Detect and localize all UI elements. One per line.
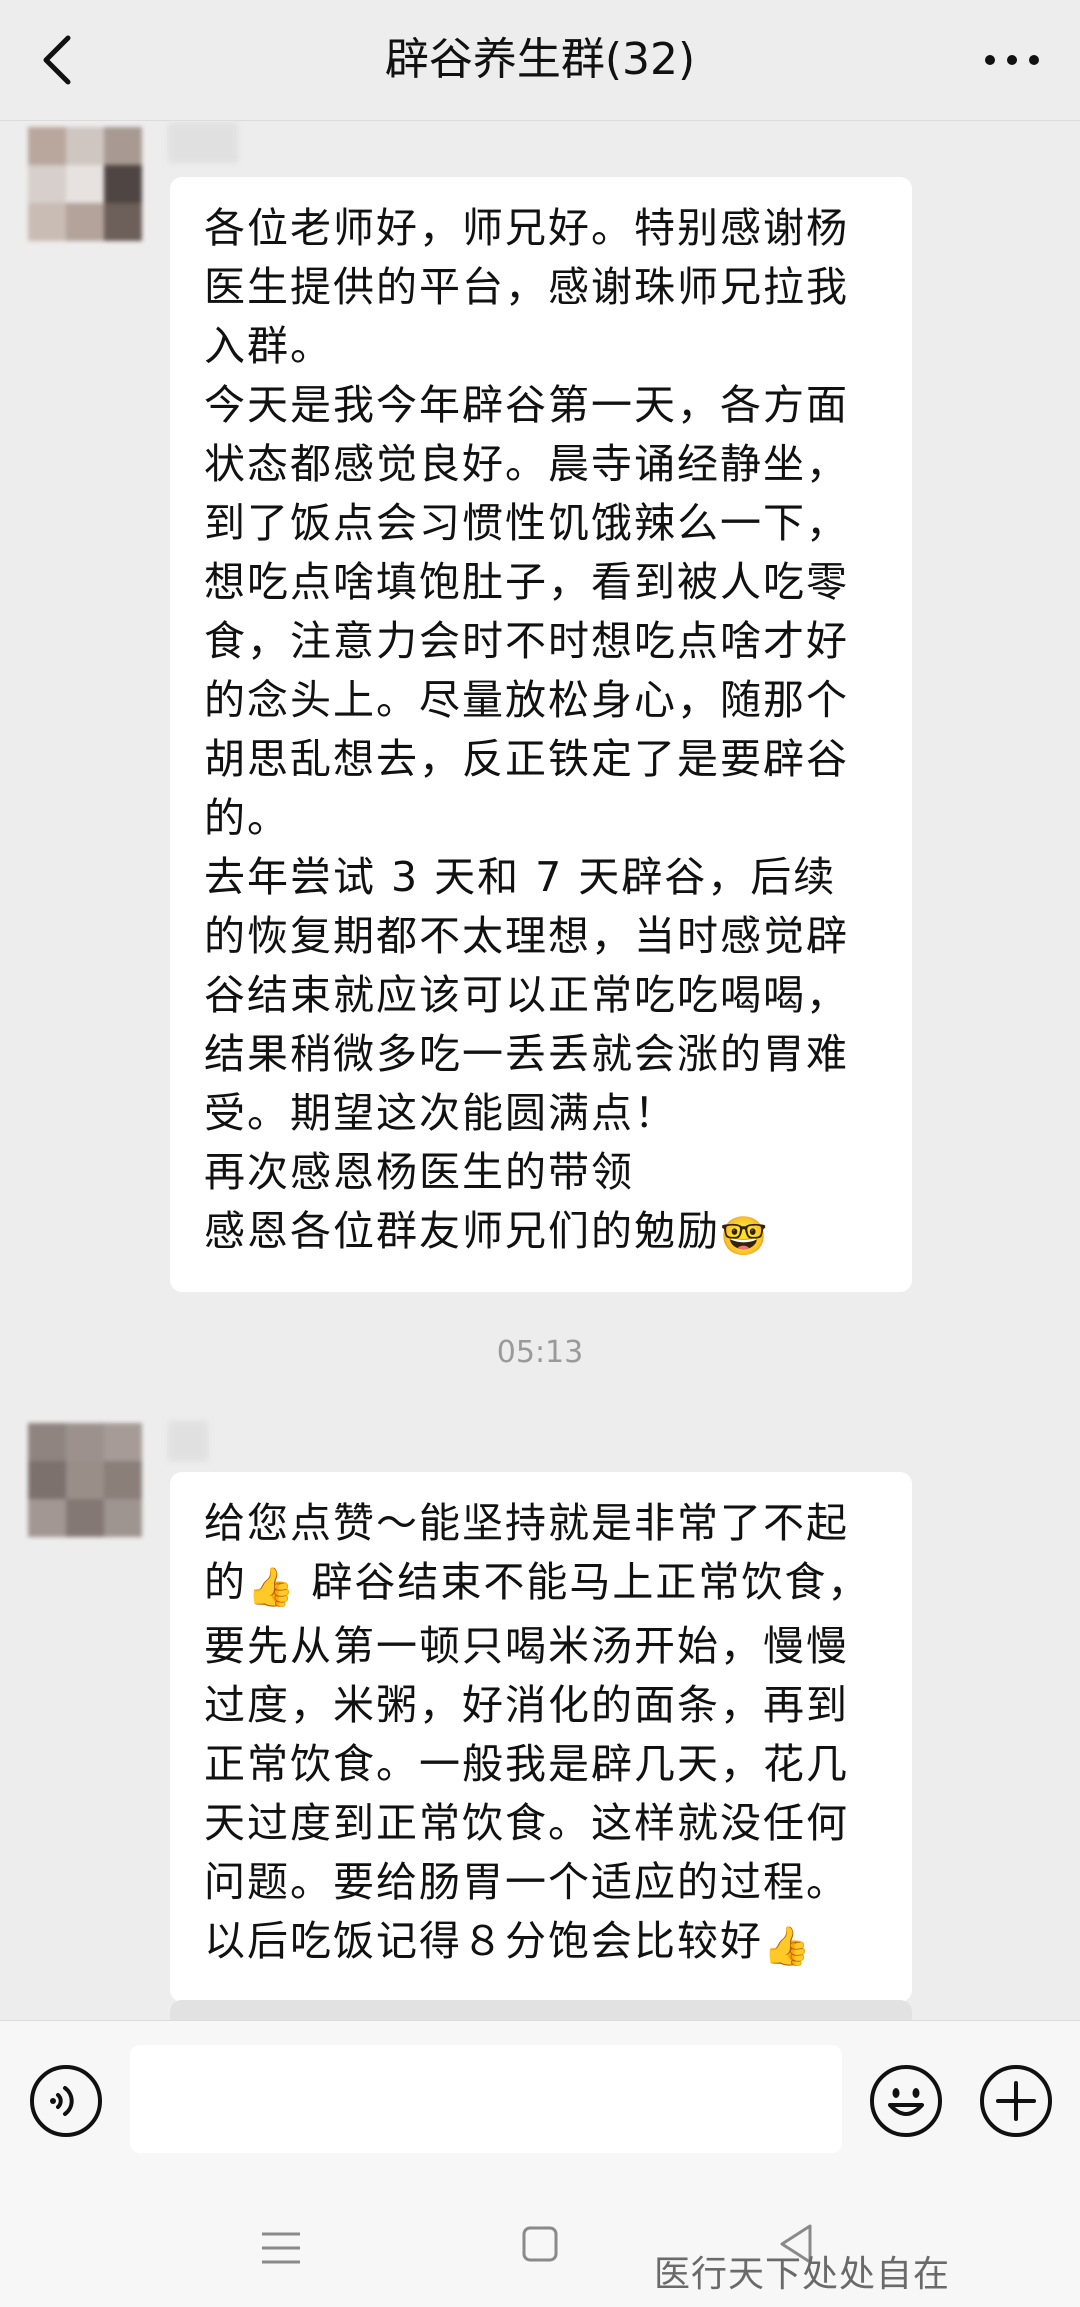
plus-icon (980, 2065, 1052, 2137)
message-text: 今天是我今年辟谷第一天，各方面状态都感觉良好。晨寺诵经静坐，到了饭点会习惯性饥饿… (204, 381, 849, 842)
message-bubble[interactable]: 给您点赞～能坚持就是非常了不起的👍 辟谷结束不能马上正常饮食，要先从第一顿只喝米… (170, 1472, 912, 2002)
sender-name-blurred (168, 1421, 208, 1461)
thumbs-up-emoji-icon: 👍 (763, 1924, 813, 1968)
more-functions-button[interactable] (978, 2063, 1054, 2139)
emoji-face-icon (870, 2065, 942, 2137)
message-text: 辟谷结束不能马上正常饮食，要先从第一顿只喝米汤开始，慢慢过度，米粥，好消化的面条… (204, 1558, 871, 1965)
more-button[interactable] (972, 30, 1052, 90)
timestamp: 05:13 (496, 1335, 584, 1370)
watermark: 医行天下处处自在 (653, 2254, 950, 2295)
thumbs-up-emoji-icon: 👍 (247, 1565, 297, 1609)
message-text: 各位老师好，师兄好。特别感谢杨医生提供的平台，感谢珠师兄拉我入群。 (204, 204, 849, 370)
more-dots-icon (985, 55, 1039, 65)
chat-area[interactable]: 各位老师好，师兄好。特别感谢杨医生提供的平台，感谢珠师兄拉我入群。 今天是我今年… (0, 121, 1080, 2021)
top-bar: 辟谷养生群(32) (0, 0, 1080, 121)
nav-menu-button[interactable] (258, 2228, 304, 2268)
voice-button[interactable] (28, 2063, 104, 2139)
message-text-line: 给您点赞～能坚持就是非常了不起的👍 辟谷结束不能马上正常饮食，要先从第一顿只喝米… (204, 1494, 878, 1976)
menu-icon (262, 2232, 300, 2264)
message-bubble[interactable]: 各位老师好，师兄好。特别感谢杨医生提供的平台，感谢珠师兄拉我入群。 今天是我今年… (170, 177, 912, 1292)
avatar[interactable] (28, 1423, 142, 1537)
chat-title: 辟谷养生群(32) (384, 34, 696, 85)
message-text-line: 感恩各位群友师兄们的勉励🤓 (204, 1202, 878, 1266)
nav-home-button[interactable] (520, 2224, 560, 2264)
nerd-face-emoji-icon: 🤓 (720, 1214, 770, 1258)
emoji-button[interactable] (868, 2063, 944, 2139)
voice-icon (30, 2065, 102, 2137)
message-text: 再次感恩杨医生的带领 (204, 1148, 634, 1196)
system-nav-bar: 医行天下处处自在 (0, 2180, 1080, 2307)
message-bubble-partial (170, 2000, 912, 2021)
avatar[interactable] (28, 127, 142, 241)
input-bar (0, 2020, 1080, 2181)
message-input[interactable] (130, 2045, 842, 2153)
home-square-icon (522, 2226, 558, 2262)
message-text: 去年尝试 3 天和 7 天辟谷，后续的恢复期都不太理想，当时感觉辟谷结束就应该可… (204, 853, 849, 1137)
sender-name-blurred (168, 123, 238, 163)
message-text: 感恩各位群友师兄们的勉励 (204, 1207, 720, 1255)
